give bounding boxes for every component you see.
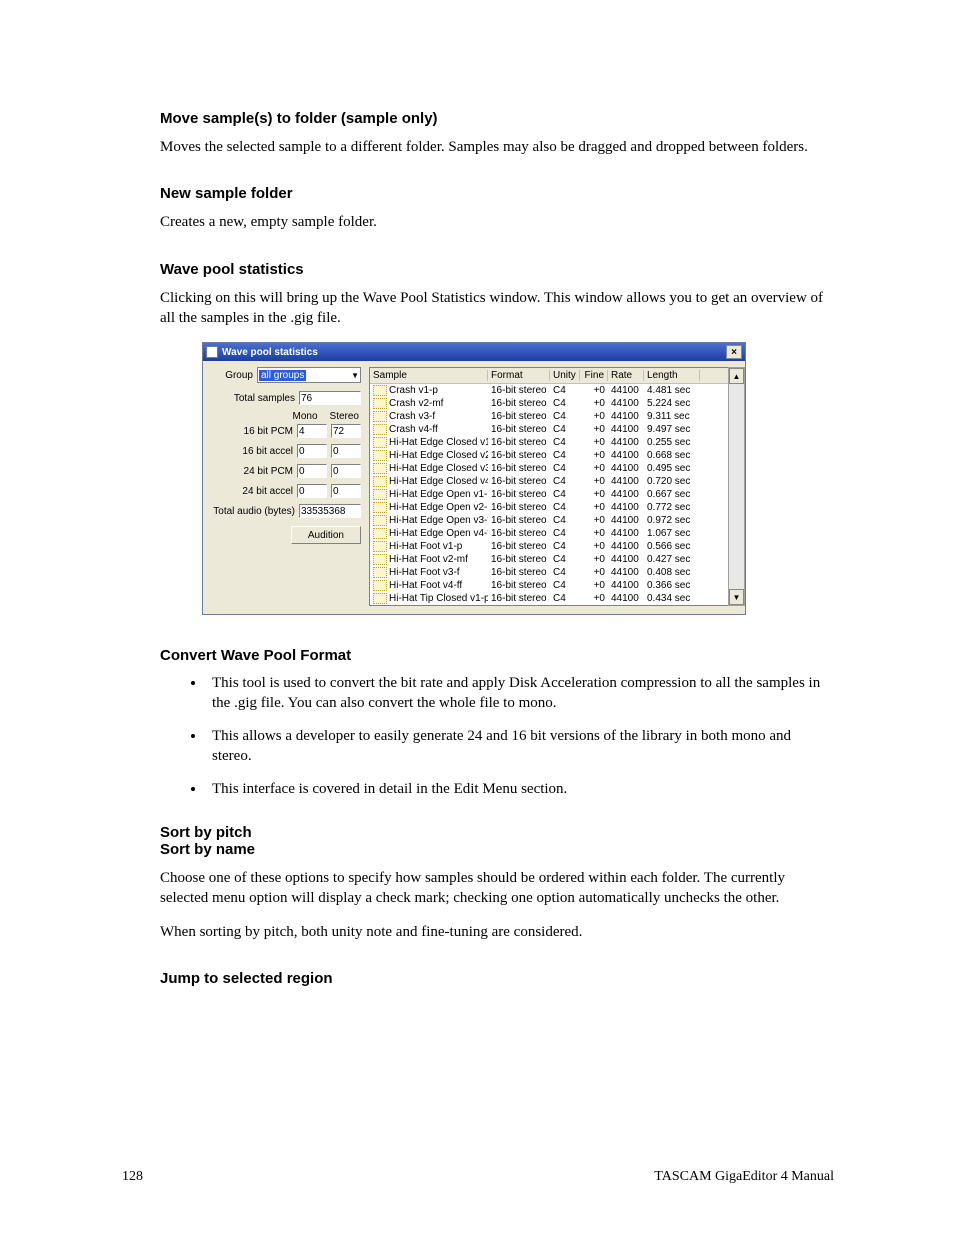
wave-icon xyxy=(373,437,387,448)
stereo-header: Stereo xyxy=(330,411,359,422)
wave-icon xyxy=(373,580,387,591)
wave-icon xyxy=(373,424,387,435)
wave-icon xyxy=(373,411,387,422)
table-row[interactable]: Crash v1-p16-bit stereoC4+0441004.481 se… xyxy=(370,384,728,397)
body-new-folder: Creates a new, empty sample folder. xyxy=(160,212,834,232)
col-format[interactable]: Format xyxy=(488,370,550,381)
wave-icon xyxy=(373,541,387,552)
body-wave-stats: Clicking on this will bring up the Wave … xyxy=(160,288,834,329)
wave-pool-statistics-dialog: Wave pool statistics × Group all groups … xyxy=(202,342,746,615)
table-row[interactable]: Hi-Hat Edge Open v4-ff16-bit stereoC4+04… xyxy=(370,527,728,540)
wave-icon xyxy=(373,502,387,513)
wave-icon xyxy=(373,398,387,409)
wave-icon xyxy=(373,476,387,487)
wave-icon xyxy=(373,528,387,539)
wave-icon xyxy=(373,593,387,604)
body-sort-2: When sorting by pitch, both unity note a… xyxy=(160,922,834,942)
close-icon[interactable]: × xyxy=(726,345,742,359)
heading-wave-stats: Wave pool statistics xyxy=(160,261,834,278)
row-24accel-mono[interactable] xyxy=(297,484,327,498)
table-row[interactable]: Hi-Hat Edge Open v1-p16-bit stereoC4+044… xyxy=(370,488,728,501)
manual-title: TASCAM GigaEditor 4 Manual xyxy=(654,1169,834,1185)
col-unity[interactable]: Unity xyxy=(550,370,580,381)
row-24pcm-mono[interactable] xyxy=(297,464,327,478)
row-16accel-mono[interactable] xyxy=(297,444,327,458)
row-24pcm-stereo[interactable] xyxy=(331,464,361,478)
wave-icon xyxy=(373,567,387,578)
list-item: This allows a developer to easily genera… xyxy=(206,727,834,766)
group-select[interactable]: all groups ▼ xyxy=(257,367,361,383)
table-row[interactable]: Hi-Hat Edge Open v2-mf16-bit stereoC4+04… xyxy=(370,501,728,514)
row-24accel-label: 24 bit accel xyxy=(242,486,293,497)
col-fine[interactable]: Fine xyxy=(580,370,608,381)
table-row[interactable]: Crash v4-ff16-bit stereoC4+0441009.497 s… xyxy=(370,423,728,436)
heading-jump: Jump to selected region xyxy=(160,970,834,987)
sample-table: Sample Format Unity Fine Rate Length Cra… xyxy=(369,367,728,606)
list-item: This interface is covered in detail in t… xyxy=(206,780,834,800)
wave-icon xyxy=(373,463,387,474)
row-16accel-stereo[interactable] xyxy=(331,444,361,458)
row-16accel-label: 16 bit accel xyxy=(242,446,293,457)
mono-header: Mono xyxy=(293,411,318,422)
audition-button[interactable]: Audition xyxy=(291,526,361,544)
list-item: This tool is used to convert the bit rat… xyxy=(206,674,834,713)
wave-icon xyxy=(373,450,387,461)
table-row[interactable]: Hi-Hat Tip Closed v1-p16-bit stereoC4+04… xyxy=(370,592,728,605)
row-24accel-stereo[interactable] xyxy=(331,484,361,498)
col-rate[interactable]: Rate xyxy=(608,370,644,381)
body-move-sample: Moves the selected sample to a different… xyxy=(160,137,834,157)
table-row[interactable]: Crash v2-mf16-bit stereoC4+0441005.224 s… xyxy=(370,397,728,410)
scrollbar[interactable]: ▲ ▼ xyxy=(728,367,745,606)
body-sort-1: Choose one of these options to specify h… xyxy=(160,868,834,909)
table-row[interactable]: Hi-Hat Edge Open v3-f16-bit stereoC4+044… xyxy=(370,514,728,527)
row-16pcm-stereo[interactable] xyxy=(331,424,361,438)
heading-sort-pitch: Sort by pitch xyxy=(160,824,834,841)
dialog-titlebar: Wave pool statistics × xyxy=(203,343,745,361)
group-label: Group xyxy=(225,370,253,381)
dialog-title-text: Wave pool statistics xyxy=(222,347,318,358)
wave-icon xyxy=(373,554,387,565)
table-row[interactable]: Hi-Hat Edge Closed v3-f16-bit stereoC4+0… xyxy=(370,462,728,475)
table-row[interactable]: Hi-Hat Foot v4-ff16-bit stereoC4+0441000… xyxy=(370,579,728,592)
wave-icon xyxy=(373,489,387,500)
heading-move-sample: Move sample(s) to folder (sample only) xyxy=(160,110,834,127)
total-samples-label: Total samples xyxy=(234,393,295,404)
heading-new-folder: New sample folder xyxy=(160,185,834,202)
scroll-up-icon[interactable]: ▲ xyxy=(729,368,744,384)
page-number: 128 xyxy=(122,1169,143,1185)
total-samples-field[interactable] xyxy=(299,391,361,405)
total-audio-label: Total audio (bytes) xyxy=(213,506,295,517)
row-16pcm-mono[interactable] xyxy=(297,424,327,438)
wave-icon xyxy=(373,385,387,396)
col-sample[interactable]: Sample xyxy=(370,370,488,381)
col-length[interactable]: Length xyxy=(644,370,700,381)
table-row[interactable]: Hi-Hat Edge Closed v1-p16-bit stereoC4+0… xyxy=(370,436,728,449)
table-row[interactable]: Hi-Hat Foot v2-mf16-bit stereoC4+0441000… xyxy=(370,553,728,566)
wave-icon xyxy=(373,515,387,526)
table-row[interactable]: Hi-Hat Foot v3-f16-bit stereoC4+0441000.… xyxy=(370,566,728,579)
table-row[interactable]: Hi-Hat Edge Closed v4-ff16-bit stereoC4+… xyxy=(370,475,728,488)
dialog-title-icon xyxy=(206,346,218,358)
total-audio-field[interactable] xyxy=(299,504,361,518)
row-24pcm-label: 24 bit PCM xyxy=(244,466,293,477)
convert-bullet-list: This tool is used to convert the bit rat… xyxy=(160,674,834,800)
table-row[interactable]: Hi-Hat Edge Closed v2-mf16-bit stereoC4+… xyxy=(370,449,728,462)
row-16pcm-label: 16 bit PCM xyxy=(244,426,293,437)
table-row[interactable]: Crash v3-f16-bit stereoC4+0441009.311 se… xyxy=(370,410,728,423)
scroll-down-icon[interactable]: ▼ xyxy=(729,589,744,605)
heading-sort-name: Sort by name xyxy=(160,841,834,858)
table-row[interactable]: Hi-Hat Foot v1-p16-bit stereoC4+0441000.… xyxy=(370,540,728,553)
heading-convert: Convert Wave Pool Format xyxy=(160,647,834,664)
